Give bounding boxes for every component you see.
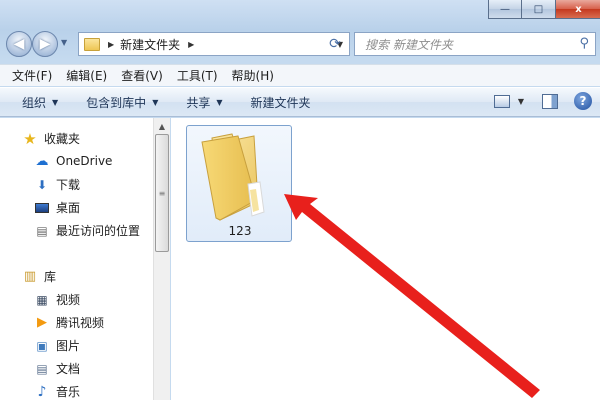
nav-label: 音乐 [56, 385, 81, 399]
video-icon: ▦ [36, 292, 48, 307]
new-folder-button[interactable]: 新建文件夹 [251, 94, 311, 111]
explorer-window: — □ x ◀ ▶ ▼ ▶ 新建文件夹 ▶ ▼ ⟳ 搜索 新建文件夹 ⚲ 文件(… [0, 0, 600, 400]
address-row: ◀ ▶ ▼ ▶ 新建文件夹 ▶ ▼ ⟳ 搜索 新建文件夹 ⚲ [4, 28, 596, 60]
pictures-icon: ▣ [36, 338, 48, 353]
nav-item-recent-places[interactable]: ▤ 最近访问的位置 [34, 222, 140, 239]
back-button[interactable]: ◀ [6, 31, 32, 57]
nav-libraries[interactable]: ▥ 库 [22, 268, 56, 285]
menu-help[interactable]: 帮助(H) [232, 67, 274, 84]
organize-button[interactable]: 组织 ▼ [22, 94, 58, 111]
nav-label: 腾讯视频 [56, 316, 105, 330]
nav-item-downloads[interactable]: ⬇ 下载 [34, 176, 80, 193]
nav-label: OneDrive [56, 154, 113, 168]
documents-icon: ▤ [36, 361, 48, 376]
nav-label: 下载 [56, 178, 81, 192]
nav-item-pictures[interactable]: ▣ 图片 [34, 337, 80, 354]
share-button[interactable]: 共享 ▼ [186, 94, 222, 111]
nav-label: 文档 [56, 362, 81, 376]
close-button[interactable]: x [556, 0, 600, 19]
recent-places-icon: ▤ [36, 223, 48, 238]
tencent-video-icon: ▶ [37, 315, 47, 330]
navigation-pane: ★ 收藏夹 ☁ OneDrive ⬇ 下载 桌面 ▤ 最近访问的位置 ▥ 库 ▦… [0, 118, 170, 400]
music-icon: ♪ [37, 383, 47, 400]
nav-label: 桌面 [56, 201, 81, 215]
desktop-icon [34, 200, 50, 216]
nav-label: 最近访问的位置 [56, 224, 141, 238]
nav-label: 收藏夹 [44, 132, 81, 146]
nav-scrollbar[interactable]: ▲ ≡ [153, 118, 170, 400]
scroll-up-arrow-icon[interactable]: ▲ [154, 118, 170, 134]
folder-icon [201, 133, 265, 221]
back-arrow-icon: ◀ [13, 36, 25, 52]
search-placeholder: 搜索 新建文件夹 [365, 37, 453, 52]
menu-edit[interactable]: 编辑(E) [66, 67, 107, 84]
scrollbar-thumb[interactable]: ≡ [155, 134, 169, 252]
nav-label: 库 [44, 270, 57, 284]
command-bar: 组织 ▼ 包含到库中 ▼ 共享 ▼ 新建文件夹 ▼ ? [0, 87, 600, 117]
search-icon[interactable]: ⚲ [579, 36, 589, 51]
include-in-library-label: 包含到库中 [86, 95, 147, 110]
nav-item-onedrive[interactable]: ☁ OneDrive [34, 153, 113, 169]
address-bar[interactable]: ▶ 新建文件夹 ▶ ▼ [78, 32, 350, 56]
forward-button[interactable]: ▶ [32, 31, 58, 57]
nav-item-music[interactable]: ♪ 音乐 [34, 383, 80, 400]
chevron-down-icon: ▼ [52, 97, 59, 107]
breadcrumb-separator-icon[interactable]: ▶ [188, 40, 194, 49]
menu-bar: 文件(F) 编辑(E) 查看(V) 工具(T) 帮助(H) [0, 64, 600, 86]
nav-label: 图片 [56, 339, 81, 353]
organize-label: 组织 [22, 95, 47, 110]
share-label: 共享 [186, 95, 211, 110]
search-input[interactable]: 搜索 新建文件夹 ⚲ [354, 32, 596, 56]
new-folder-label: 新建文件夹 [250, 95, 311, 110]
nav-item-desktop[interactable]: 桌面 [34, 199, 80, 216]
refresh-icon: ⟳ [329, 36, 341, 52]
minimize-button[interactable]: — [488, 0, 522, 19]
folder-icon [84, 37, 100, 51]
preview-pane-icon[interactable] [542, 93, 558, 109]
recent-pages-dropdown[interactable]: ▼ [61, 38, 67, 47]
chevron-down-icon: ▼ [152, 97, 159, 107]
star-icon: ★ [23, 129, 37, 148]
download-folder-icon: ⬇ [36, 177, 48, 192]
breadcrumb-separator-icon[interactable]: ▶ [108, 40, 114, 49]
red-annotation-arrow [284, 194, 540, 398]
help-icon[interactable]: ? [574, 92, 592, 110]
maximize-button[interactable]: □ [522, 0, 556, 19]
nav-favorites[interactable]: ★ 收藏夹 [22, 129, 81, 148]
refresh-button[interactable]: ⟳ [322, 32, 348, 56]
include-in-library-button[interactable]: 包含到库中 ▼ [86, 94, 158, 111]
forward-arrow-icon: ▶ [39, 36, 51, 52]
menu-view[interactable]: 查看(V) [121, 67, 163, 84]
view-controls: ▼ ? [493, 92, 592, 110]
nav-item-tencent-video[interactable]: ▶ 腾讯视频 [34, 314, 104, 331]
cloud-icon: ☁ [35, 153, 49, 169]
nav-item-documents[interactable]: ▤ 文档 [34, 360, 80, 377]
view-options-dropdown-icon[interactable]: ▼ [518, 97, 524, 106]
menu-file[interactable]: 文件(F) [12, 67, 52, 84]
caption-buttons: — □ x [488, 0, 600, 19]
nav-label: 视频 [56, 293, 81, 307]
breadcrumb-current-folder[interactable]: 新建文件夹 [120, 36, 180, 53]
library-icon: ▥ [23, 269, 37, 284]
menu-tools[interactable]: 工具(T) [177, 67, 218, 84]
change-view-icon[interactable] [493, 94, 510, 108]
nav-item-videos[interactable]: ▦ 视频 [34, 291, 80, 308]
chevron-down-icon: ▼ [216, 97, 223, 107]
